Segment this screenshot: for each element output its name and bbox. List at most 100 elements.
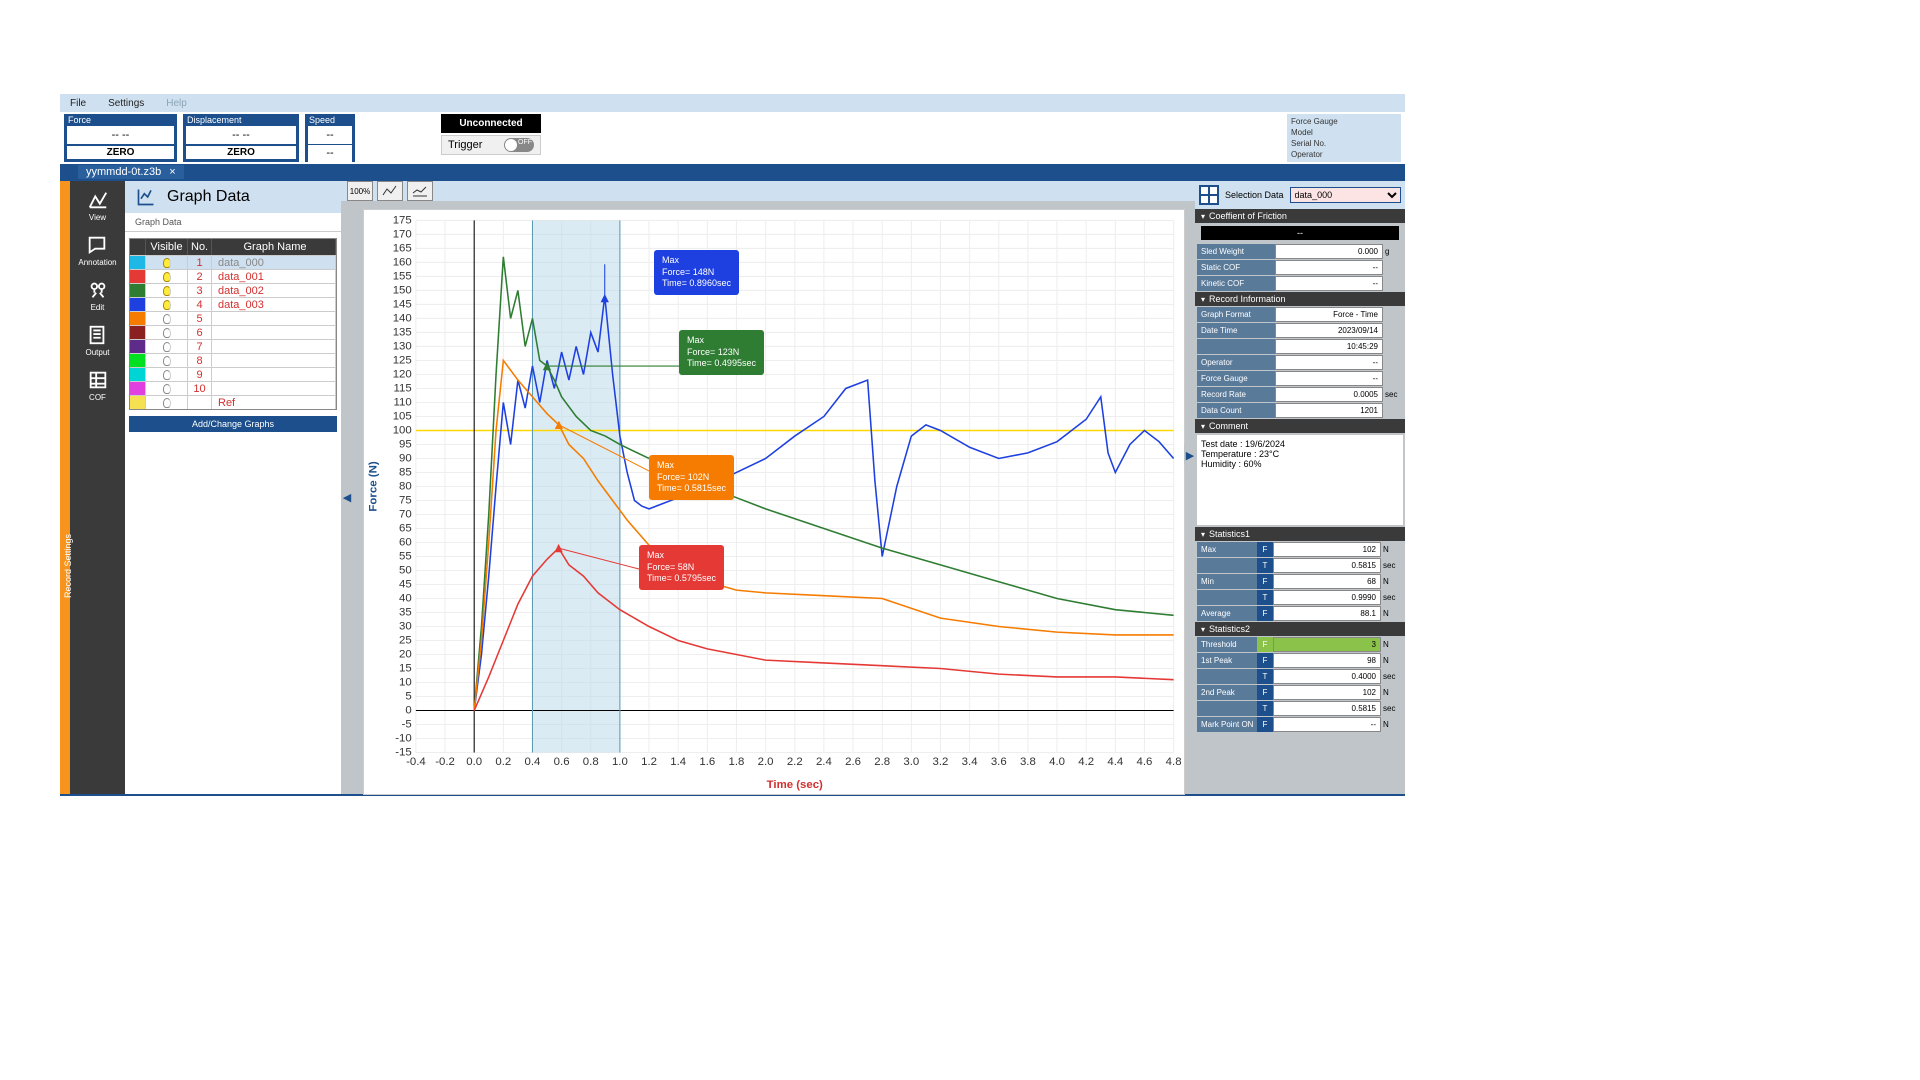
table-row[interactable]: 6 <box>130 325 336 339</box>
kv-row: Operator-- <box>1197 355 1403 370</box>
svg-text:55: 55 <box>399 551 412 563</box>
speed-meter: Speed -- -- <box>305 114 355 162</box>
selection-dropdown[interactable]: data_000 <box>1290 187 1401 203</box>
stats-row: 1st PeakF98N <box>1197 653 1403 668</box>
table-row[interactable]: 1data_000 <box>130 255 336 269</box>
menubar[interactable]: File Settings Help <box>60 94 1405 112</box>
force-zero-button[interactable]: ZERO <box>67 146 174 159</box>
table-row[interactable]: 2data_001 <box>130 269 336 283</box>
svg-text:35: 35 <box>399 607 412 619</box>
kv-row: Graph FormatForce - Time <box>1197 307 1403 322</box>
trigger-toggle[interactable] <box>504 138 534 152</box>
zoom-100-button[interactable]: 100% <box>347 181 373 201</box>
collapse-right-icon[interactable]: ▶ <box>1184 445 1196 465</box>
sidebar-item-cof[interactable]: COF <box>87 369 109 402</box>
menu-settings[interactable]: Settings <box>108 98 144 109</box>
table-row[interactable]: 10 <box>130 381 336 395</box>
svg-text:60: 60 <box>399 537 412 549</box>
col-name: Graph Name <box>212 239 336 255</box>
device-model: Model <box>1291 128 1397 137</box>
svg-text:80: 80 <box>399 481 412 493</box>
sidebar-item-view[interactable]: View <box>87 189 109 222</box>
chart[interactable]: -0.4-0.20.00.20.40.60.81.01.21.41.61.82.… <box>363 209 1185 795</box>
svg-text:30: 30 <box>399 621 412 633</box>
table-row[interactable]: 4data_003 <box>130 297 336 311</box>
trigger-label: Trigger <box>448 139 482 151</box>
sidebar-item-output[interactable]: Output <box>85 324 109 357</box>
stats2-header[interactable]: Statistics2 <box>1195 622 1405 636</box>
kv-row: Sled Weight0.000g <box>1197 244 1403 259</box>
svg-text:140: 140 <box>393 313 412 325</box>
svg-text:150: 150 <box>393 285 412 297</box>
displacement-meter: Displacement -- -- ZERO <box>183 114 299 162</box>
sidebar-item-edit[interactable]: Edit <box>87 279 109 312</box>
tool-sidebar: View Annotation Edit Output COF <box>70 181 125 794</box>
record-info-header[interactable]: Record Information <box>1195 292 1405 306</box>
stats-row: T0.5815sec <box>1197 558 1403 573</box>
svg-text:120: 120 <box>393 369 412 381</box>
cof-display: -- <box>1201 226 1399 240</box>
svg-text:0.6: 0.6 <box>554 756 570 768</box>
table-row[interactable]: 8 <box>130 353 336 367</box>
annotation-green: MaxForce= 123NTime= 0.4995sec <box>679 330 764 375</box>
document-tabbar: yymmdd-0t.z3b × <box>60 164 1405 179</box>
kv-row: Force Gauge-- <box>1197 371 1403 386</box>
svg-text:2.4: 2.4 <box>816 756 832 768</box>
disp-zero-button[interactable]: ZERO <box>186 146 296 159</box>
svg-text:50: 50 <box>399 565 412 577</box>
comment-body: Test date : 19/6/2024Temperature : 23°CH… <box>1197 435 1403 525</box>
svg-text:170: 170 <box>393 229 412 241</box>
svg-text:0.2: 0.2 <box>495 756 511 768</box>
stats1-header[interactable]: Statistics1 <box>1195 527 1405 541</box>
kv-row: Data Count1201 <box>1197 403 1403 418</box>
menu-file[interactable]: File <box>70 98 86 109</box>
stats-row: ThresholdF3N <box>1197 637 1403 652</box>
chart-tool-1[interactable] <box>377 181 403 201</box>
kv-row: Kinetic COF-- <box>1197 276 1403 291</box>
table-row[interactable]: Ref <box>130 395 336 409</box>
add-change-graphs-button[interactable]: Add/Change Graphs <box>129 416 337 432</box>
speed-label: Speed <box>305 114 355 126</box>
sidebar-item-annotation[interactable]: Annotation <box>78 234 116 267</box>
svg-text:3.2: 3.2 <box>933 756 949 768</box>
table-row[interactable]: 3data_002 <box>130 283 336 297</box>
svg-text:155: 155 <box>393 271 412 283</box>
svg-text:25: 25 <box>399 635 412 647</box>
svg-text:75: 75 <box>399 495 412 507</box>
menu-help[interactable]: Help <box>166 98 187 109</box>
svg-text:4.4: 4.4 <box>1107 756 1123 768</box>
table-row[interactable]: 7 <box>130 339 336 353</box>
svg-text:1.6: 1.6 <box>699 756 715 768</box>
collapse-left-icon[interactable]: ◀ <box>341 488 353 508</box>
record-settings-bar[interactable]: Record Settings <box>60 181 70 794</box>
svg-text:0: 0 <box>405 705 411 717</box>
svg-text:135: 135 <box>393 327 412 339</box>
svg-text:2.0: 2.0 <box>758 756 774 768</box>
graph-data-tab[interactable]: Graph Data <box>125 213 341 232</box>
svg-text:40: 40 <box>399 593 412 605</box>
force-label: Force <box>64 114 177 126</box>
stats-row: T0.9990sec <box>1197 590 1403 605</box>
svg-text:10: 10 <box>399 677 412 689</box>
svg-text:Time (sec): Time (sec) <box>767 779 823 791</box>
table-row[interactable]: 5 <box>130 311 336 325</box>
svg-text:95: 95 <box>399 439 412 451</box>
svg-text:-10: -10 <box>395 733 411 745</box>
cof-header[interactable]: Coeffient of Friction <box>1195 209 1405 223</box>
grid-icon[interactable] <box>1199 185 1219 205</box>
chart-tool-2[interactable] <box>407 181 433 201</box>
comment-header[interactable]: Comment <box>1195 419 1405 433</box>
chart-area: 100% ◀ -0.4-0.20.00.20.40.60.81.01.21.41… <box>341 181 1195 794</box>
stats-row: AverageF88.1N <box>1197 606 1403 621</box>
table-row[interactable]: 9 <box>130 367 336 381</box>
document-tab[interactable]: yymmdd-0t.z3b × <box>78 165 184 179</box>
svg-text:105: 105 <box>393 411 412 423</box>
svg-text:4.6: 4.6 <box>1137 756 1153 768</box>
svg-text:3.8: 3.8 <box>1020 756 1036 768</box>
svg-text:100: 100 <box>393 425 412 437</box>
chart-toolbar: 100% <box>341 181 1195 201</box>
connection-label: Unconnected <box>441 114 541 133</box>
annotation-red: MaxForce= 58NTime= 0.5795sec <box>639 545 724 590</box>
device-info: Force Gauge Model Serial No. Operator <box>1287 114 1401 162</box>
close-icon[interactable]: × <box>169 166 175 178</box>
